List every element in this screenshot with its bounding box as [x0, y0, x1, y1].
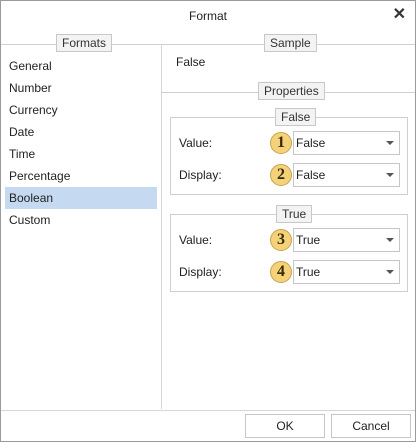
true-group-legend: True: [276, 205, 313, 223]
true-value-selected: True: [296, 233, 321, 247]
title-bar: Format ✕: [1, 1, 415, 31]
chevron-down-icon: [386, 238, 394, 242]
sample-legend: Sample: [264, 34, 317, 52]
chevron-down-icon: [386, 173, 394, 177]
format-item-time[interactable]: Time: [5, 143, 157, 165]
true-group: Value: 3 True Display: 4 True: [170, 214, 408, 292]
format-item-currency[interactable]: Currency: [5, 99, 157, 121]
format-item-boolean[interactable]: Boolean: [5, 187, 157, 209]
false-display-selected: False: [296, 168, 326, 182]
callout-badge-2: 2: [270, 164, 292, 186]
false-display-dropdown[interactable]: False: [293, 163, 400, 187]
ok-button[interactable]: OK: [245, 414, 325, 438]
formats-legend: Formats: [56, 34, 113, 52]
true-value-label: Value:: [179, 233, 213, 247]
false-display-label: Display:: [179, 168, 222, 182]
format-item-general[interactable]: General: [5, 55, 157, 77]
true-display-label: Display:: [179, 265, 222, 279]
formats-list[interactable]: General Number Currency Date Time Percen…: [1, 55, 161, 231]
format-item-date[interactable]: Date: [5, 121, 157, 143]
true-value-dropdown[interactable]: True: [293, 228, 400, 252]
false-group-legend: False: [275, 108, 317, 126]
format-dialog: Format ✕ Formats General Number Currency…: [0, 0, 416, 442]
close-icon[interactable]: ✕: [393, 6, 406, 24]
cancel-button[interactable]: Cancel: [331, 414, 411, 438]
false-value-label: Value:: [179, 136, 213, 150]
format-item-custom[interactable]: Custom: [5, 209, 157, 231]
properties-legend: Properties: [258, 82, 325, 100]
dialog-title: Format: [188, 9, 227, 23]
sample-value: False: [176, 55, 206, 69]
true-display-selected: True: [296, 265, 321, 279]
footer-divider: [1, 410, 415, 411]
false-value-dropdown[interactable]: False: [293, 131, 400, 155]
format-item-number[interactable]: Number: [5, 77, 157, 99]
false-value-selected: False: [296, 136, 326, 150]
format-item-percentage[interactable]: Percentage: [5, 165, 157, 187]
callout-badge-3: 3: [270, 229, 292, 251]
callout-badge-1: 1: [270, 132, 292, 154]
true-display-dropdown[interactable]: True: [293, 260, 400, 284]
false-group: Value: 1 False Display: 2 False: [170, 117, 408, 195]
callout-badge-4: 4: [270, 261, 292, 283]
chevron-down-icon: [386, 270, 394, 274]
chevron-down-icon: [386, 141, 394, 145]
